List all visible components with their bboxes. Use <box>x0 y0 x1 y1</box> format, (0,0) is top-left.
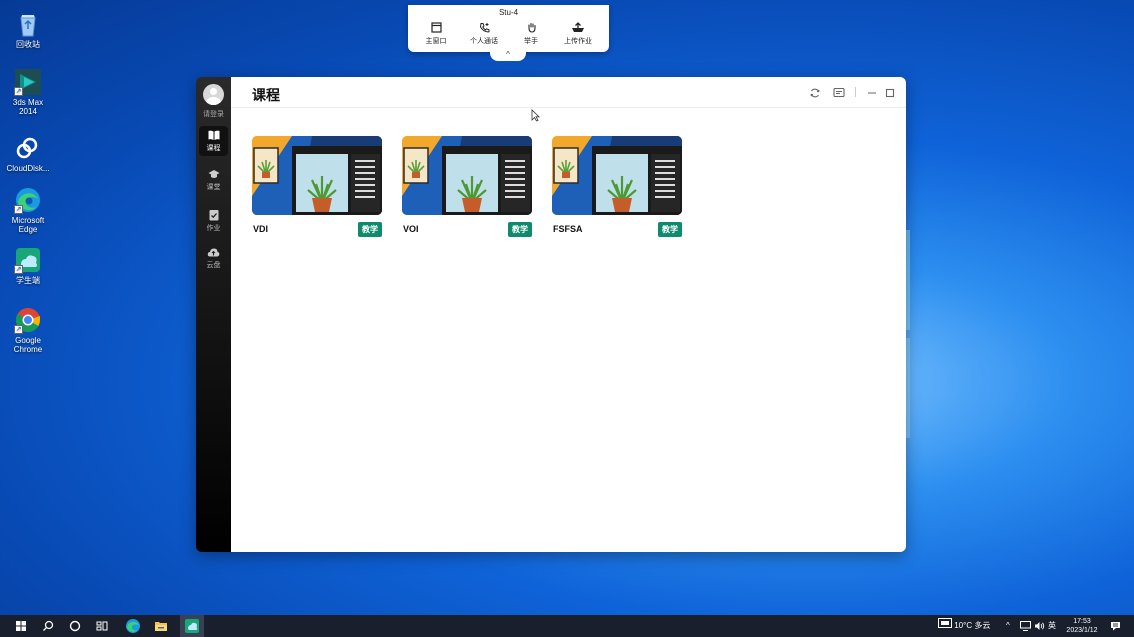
3ds-max-shortcut[interactable]: ↗ 3ds Max 2014 <box>4 68 52 116</box>
desktop-icon-label: Microsoft Edge <box>11 216 45 234</box>
desktop-icon-label: CloudDisk... <box>6 164 50 173</box>
weather-icon <box>938 615 952 637</box>
desktop-icon-label: 回收站 <box>16 40 40 49</box>
course-thumbnail <box>552 136 682 215</box>
sidebar-item-label: 课程 <box>206 145 221 152</box>
sidebar-item-label: 课堂 <box>206 184 221 191</box>
window-icon <box>430 22 442 33</box>
tool-label: 上传作业 <box>564 38 592 45</box>
course-card[interactable]: VOI 教学 <box>402 136 532 237</box>
page-title: 课程 <box>252 87 280 103</box>
sidebar-item-label: 云盘 <box>206 262 221 269</box>
taskbar-student-client[interactable] <box>180 615 204 637</box>
tool-label: 举手 <box>524 38 538 45</box>
content-header: 课程 <box>231 77 906 108</box>
course-name: FSFSA <box>553 224 583 234</box>
student-client-icon: ↗ <box>14 246 42 274</box>
recycle-bin-shortcut[interactable]: 回收站 <box>4 10 52 49</box>
main-window-button[interactable]: 主窗口 <box>416 22 456 46</box>
chrome-shortcut[interactable]: ↗ Google Chrome <box>4 306 52 354</box>
tray-overflow-button[interactable]: ^ <box>1006 615 1010 637</box>
student-client-icon <box>185 619 199 633</box>
clock-time: 17:53 <box>1073 618 1091 625</box>
class-toolbar: Stu-4 主窗口 个人通话 举手 上传作业 <box>408 5 609 52</box>
volume-icon[interactable] <box>1034 615 1045 637</box>
graduation-cap-icon <box>208 170 219 178</box>
phone-icon <box>479 23 489 33</box>
input-method-indicator[interactable]: 英 <box>1048 615 1056 637</box>
clouddisk-shortcut[interactable]: CloudDisk... <box>4 134 52 173</box>
course-name: VOI <box>403 224 419 234</box>
book-icon <box>208 130 219 140</box>
upload-homework-button[interactable]: 上传作业 <box>558 22 598 46</box>
toolbar-title: Stu-4 <box>498 8 519 17</box>
weather-text: 10°C 多云 <box>954 621 991 631</box>
folder-icon <box>155 622 167 631</box>
sidebar-item-homework[interactable]: 作业 <box>199 205 228 235</box>
sidebar-item-label: 作业 <box>206 225 221 232</box>
course-card[interactable]: FSFSA 教学 <box>552 136 682 237</box>
desktop-icon-label: 3ds Max 2014 <box>12 98 44 116</box>
taskbar-file-explorer[interactable] <box>153 618 169 634</box>
notification-button[interactable] <box>1110 615 1121 637</box>
taskbar-edge[interactable] <box>125 618 141 634</box>
sidebar-item-classroom[interactable]: 课堂 <box>199 165 228 195</box>
course-thumbnail <box>252 136 382 215</box>
chrome-icon: ↗ <box>14 306 42 334</box>
windows-icon <box>16 621 26 631</box>
edge-icon: ↗ <box>14 186 42 214</box>
refresh-icon[interactable] <box>809 86 821 98</box>
mouse-cursor <box>531 109 540 127</box>
course-card[interactable]: VDI 教学 <box>252 136 382 237</box>
course-name: VDI <box>253 224 269 234</box>
desktop-icon-label: 学生端 <box>16 276 40 285</box>
tool-label: 主窗口 <box>425 38 447 45</box>
notification-icon <box>1111 621 1120 631</box>
course-badge: 教学 <box>508 222 532 237</box>
sidebar-item-courses[interactable]: 课程 <box>199 126 228 156</box>
network-icon[interactable] <box>1020 615 1031 637</box>
start-button[interactable] <box>13 618 29 634</box>
chevron-up-icon: ^ <box>506 50 510 59</box>
cloud-upload-icon <box>207 248 220 257</box>
clock-date: 2023/1/12 <box>1066 627 1098 634</box>
clouddisk-icon <box>14 134 42 162</box>
toolbar-collapse-button[interactable]: ^ <box>490 50 526 61</box>
edge-shortcut[interactable]: ↗ Microsoft Edge <box>4 186 52 234</box>
search-icon <box>43 620 54 631</box>
upload-icon <box>572 22 584 32</box>
sidebar-item-cloud[interactable]: 云盘 <box>199 243 228 273</box>
course-badge: 教学 <box>358 222 382 237</box>
task-view-button[interactable] <box>94 618 110 634</box>
weather-widget[interactable]: 10°C 多云 <box>938 615 990 637</box>
cortana-button[interactable] <box>67 618 83 634</box>
clock[interactable]: 17:53 2023/1/12 <box>1062 615 1102 637</box>
3ds-max-icon: ↗ <box>14 68 42 96</box>
header-divider <box>855 87 856 97</box>
sidebar: 请登录 课程 课堂 作业 云盘 <box>196 77 231 552</box>
desktop-icon-label: Google Chrome <box>13 336 43 354</box>
assignment-icon <box>209 210 218 221</box>
avatar[interactable] <box>203 84 224 105</box>
search-button[interactable] <box>40 618 56 634</box>
task-view-icon <box>96 621 108 631</box>
chevron-up-icon: ^ <box>1006 621 1010 630</box>
student-client-shortcut[interactable]: ↗ 学生端 <box>4 246 52 285</box>
login-link[interactable]: 请登录 <box>196 109 231 119</box>
message-icon[interactable] <box>833 86 845 98</box>
tool-label: 个人通话 <box>470 38 498 45</box>
maximize-icon[interactable] <box>884 86 896 98</box>
private-call-button[interactable]: 个人通话 <box>464 22 504 46</box>
circle-icon <box>69 620 81 632</box>
minimize-icon[interactable] <box>866 86 878 98</box>
hand-icon <box>527 22 536 33</box>
course-badge: 教学 <box>658 222 682 237</box>
taskbar: 10°C 多云 ^ 英 17:53 2023/1/12 <box>0 615 1134 637</box>
recycle-bin-icon <box>14 10 42 38</box>
course-thumbnail <box>402 136 532 215</box>
edge-icon <box>126 619 140 633</box>
app-window: 请登录 课程 课堂 作业 云盘 课程 VDI 教学 VOI 教学 FSFSA 教… <box>196 77 906 552</box>
main-content: 课程 VDI 教学 VOI 教学 FSFSA 教学 <box>231 77 906 552</box>
raise-hand-button[interactable]: 举手 <box>511 22 551 46</box>
